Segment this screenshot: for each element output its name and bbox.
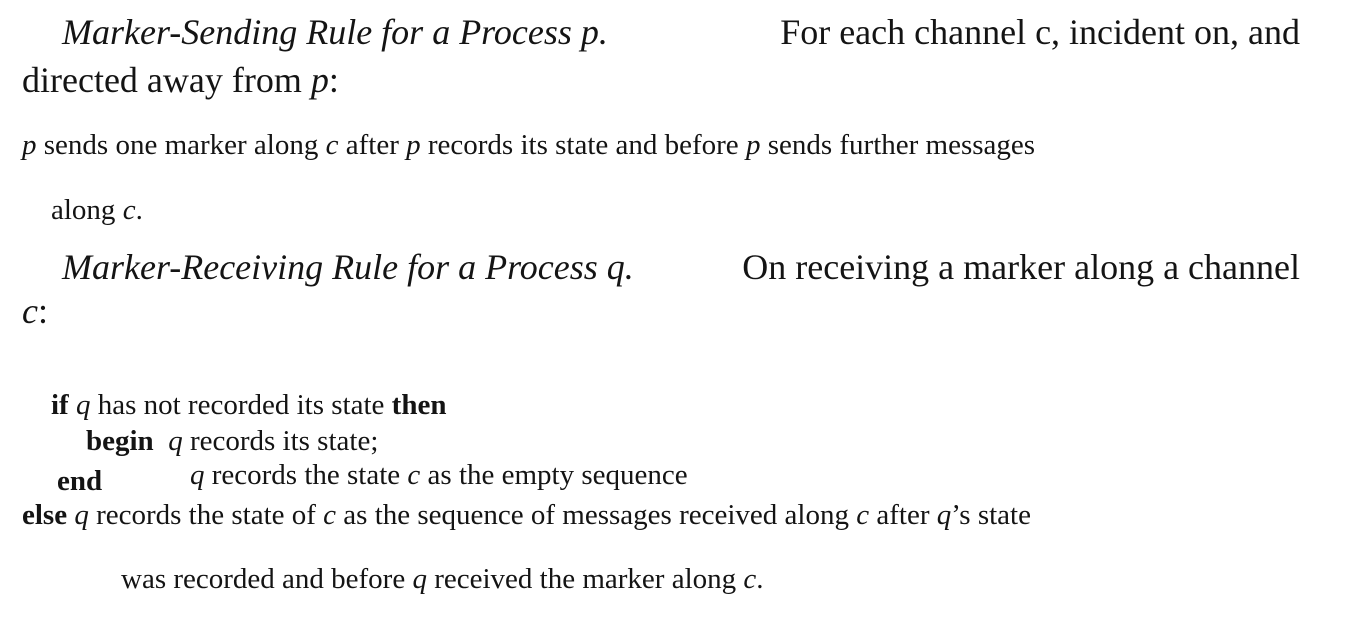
var-p: p <box>406 129 421 161</box>
text: . <box>756 563 764 595</box>
text: sends further messages <box>760 129 1036 161</box>
receiving-rule-intro-line1: On receiving a marker along a channel <box>742 247 1300 287</box>
keyword-then: then <box>391 389 447 421</box>
text: . <box>135 194 143 226</box>
sending-rule-intro-line2: directed away from p: <box>22 62 339 98</box>
intro-text: directed away from <box>22 60 311 100</box>
text: received the marker along <box>426 563 744 595</box>
var-c: c <box>407 459 421 491</box>
receiving-rule-title: Marker-Receiving Rule for a Process q. <box>62 247 634 287</box>
sending-rule-title: Marker-Sending Rule for a Process p. <box>62 12 608 52</box>
text: along <box>51 194 123 226</box>
keyword-else: else <box>22 499 68 531</box>
var-c: c <box>743 563 757 595</box>
var-q: q <box>74 499 89 531</box>
algo-end-line: end <box>57 467 102 496</box>
var-q: q <box>412 563 427 595</box>
algo-else-line: else q records the state of c as the seq… <box>22 501 1300 530</box>
colon: : <box>37 291 48 331</box>
var-c: c <box>856 499 870 531</box>
algo-else-continuation-line: was recorded and before q received the m… <box>92 536 764 623</box>
sending-rule-body-line1: p sends one marker along c after p recor… <box>22 131 1300 160</box>
text: as the sequence of messages received alo… <box>336 499 857 531</box>
sending-rule-intro-line1: For each channel c, incident on, and <box>780 12 1300 52</box>
var-c: c <box>323 499 337 531</box>
text: records the state <box>204 459 408 491</box>
text: ’s state <box>951 499 1031 531</box>
text: after <box>869 499 937 531</box>
colon: : <box>328 60 339 100</box>
text: as the empty sequence <box>420 459 688 491</box>
sending-rule-heading-line: Marker-Sending Rule for a Process p. For… <box>62 14 1300 50</box>
var-q: q <box>936 499 952 531</box>
text: sends one marker along <box>36 129 326 161</box>
receiving-rule-intro-line2: c: <box>22 293 48 329</box>
keyword-end: end <box>57 465 103 497</box>
keyword-begin: begin <box>86 425 154 457</box>
text: was recorded and before <box>121 563 413 595</box>
text: records its state and before <box>420 129 746 161</box>
var-c: c <box>122 194 136 226</box>
body-line1-text: p sends one marker along c after p recor… <box>22 131 1035 160</box>
var-c: c <box>22 291 38 331</box>
else-line-text: else q records the state of c as the seq… <box>22 501 1031 530</box>
document-page: Marker-Sending Rule for a Process p. For… <box>0 0 1362 594</box>
var-p: p <box>310 60 329 100</box>
var-c: c <box>325 129 339 161</box>
var-q: q <box>190 459 205 491</box>
text: records the state of <box>88 499 324 531</box>
receiving-rule-heading-line: Marker-Receiving Rule for a Process q. O… <box>62 249 1300 285</box>
sending-rule-body-line2: along c. <box>22 167 143 254</box>
text: after <box>338 129 407 161</box>
var-p: p <box>22 129 37 161</box>
var-p: p <box>745 129 761 161</box>
